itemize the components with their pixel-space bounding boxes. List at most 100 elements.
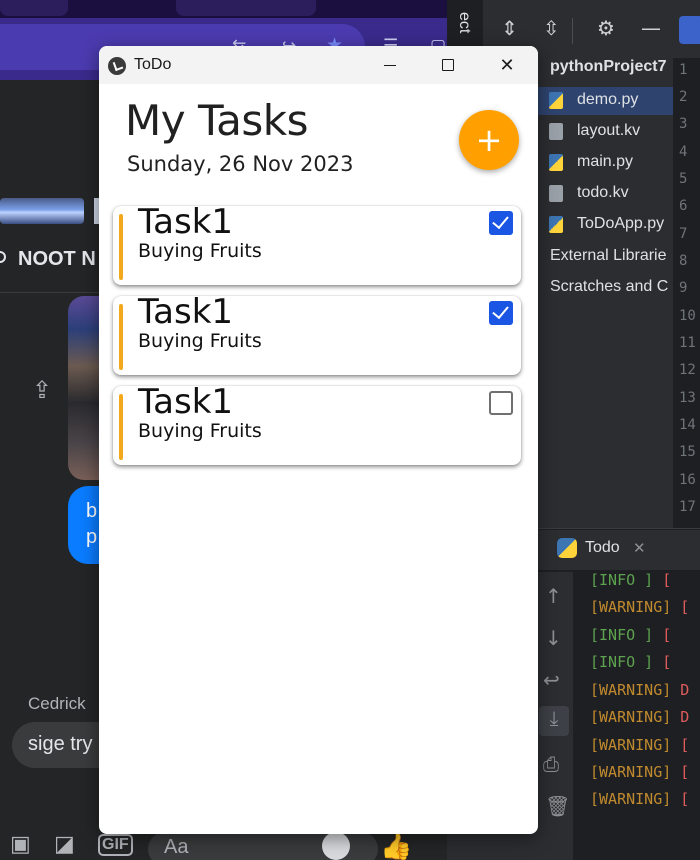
task-checkbox[interactable]: [489, 391, 513, 415]
plus-icon: +: [475, 121, 503, 159]
share-icon[interactable]: ⇪: [32, 376, 52, 404]
file-demo-py[interactable]: demo.py: [537, 87, 677, 115]
python-file-icon: [549, 92, 563, 109]
close-icon[interactable]: ✕: [633, 539, 646, 557]
trash-icon[interactable]: 🗑: [545, 794, 570, 818]
log-level: [INFO ]: [590, 653, 654, 671]
page-title: My Tasks: [125, 96, 308, 145]
task-card[interactable]: Task1 Buying Fruits: [113, 292, 521, 375]
log-line: [INFO ] [: [590, 626, 671, 644]
minimize-icon: [384, 64, 396, 66]
log-line: [WARNING] D: [590, 681, 689, 699]
log-message: [: [653, 571, 672, 589]
incoming-message-bubble[interactable]: sige try: [12, 722, 102, 768]
line-number: 14: [679, 417, 696, 433]
scroll-to-end-icon[interactable]: ⤓: [539, 706, 569, 736]
python-file-icon: [549, 154, 563, 171]
file-name: main.py: [577, 153, 634, 170]
task-accent-bar: [119, 304, 123, 370]
sender-name: Cedrick: [28, 694, 86, 713]
log-message: [: [671, 763, 690, 781]
kivy-app-icon: [108, 57, 126, 75]
python-file-icon: [549, 216, 563, 233]
sticker-icon[interactable]: ◪: [54, 832, 75, 857]
log-level: [WARNING]: [590, 790, 672, 808]
task-checkbox[interactable]: [489, 211, 513, 235]
line-number: 1: [679, 62, 688, 78]
log-level: [WARNING]: [590, 736, 672, 754]
line-number: 17: [679, 499, 696, 515]
arrow-down-icon[interactable]: ↓: [545, 626, 562, 650]
external-libraries[interactable]: External Librarie: [550, 247, 667, 265]
photo-icon[interactable]: ▣: [10, 832, 31, 857]
print-icon[interactable]: ⎙: [543, 752, 559, 776]
editor-tab[interactable]: [679, 16, 700, 44]
project-root[interactable]: pythonProject7: [550, 58, 666, 76]
line-number: 12: [679, 362, 696, 378]
title-bar[interactable]: ToDo ✕: [99, 46, 538, 84]
line-number: 3: [679, 116, 688, 132]
log-level: [WARNING]: [590, 598, 672, 616]
task-description: Buying Fruits: [138, 420, 262, 442]
line-number: 6: [679, 198, 688, 214]
log-level: [INFO ]: [590, 571, 654, 589]
log-level: [WARNING]: [590, 708, 672, 726]
task-accent-bar: [119, 214, 123, 280]
gif-button[interactable]: GIF: [98, 834, 133, 856]
log-line: [WARNING] [: [590, 763, 689, 781]
divider: [572, 18, 573, 44]
message-text: sige try: [28, 733, 93, 755]
task-accent-bar: [119, 394, 123, 460]
task-description: Buying Fruits: [138, 330, 262, 352]
file-icon: [549, 123, 563, 140]
outgoing-message-bubble[interactable]: b p: [68, 486, 102, 564]
log-message: [: [671, 736, 690, 754]
file-todoapp-py[interactable]: ToDoApp.py: [537, 211, 677, 239]
file-todo-kv[interactable]: todo.kv: [537, 180, 677, 208]
log-line: [WARNING] [: [590, 736, 689, 754]
arrow-up-icon[interactable]: ↑: [545, 584, 562, 608]
hide-icon[interactable]: —: [641, 16, 661, 40]
media-thumbnail[interactable]: [0, 198, 84, 224]
browser-tab[interactable]: [0, 0, 68, 16]
close-button[interactable]: ✕: [478, 46, 536, 84]
log-message: [: [653, 626, 672, 644]
task-list: Task1 Buying Fruits Task1 Buying Fruits …: [113, 202, 523, 476]
file-layout-kv[interactable]: layout.kv: [537, 118, 677, 146]
task-title: Task1: [138, 202, 234, 242]
emoji-icon[interactable]: [322, 832, 350, 860]
file-main-py[interactable]: main.py: [537, 149, 677, 177]
message-text: b p: [86, 500, 98, 548]
file-name: demo.py: [577, 91, 639, 108]
run-tab-title[interactable]: Todo: [585, 539, 620, 557]
like-icon[interactable]: 👍: [380, 832, 412, 860]
task-checkbox[interactable]: [489, 301, 513, 325]
line-number: 4: [679, 144, 688, 160]
line-number-gutter: 1 2 3 4 5 6 7 8 9 10 11 12 13 14 15 16 1…: [673, 58, 700, 528]
gear-icon[interactable]: ⚙: [597, 16, 615, 40]
log-line: [INFO ] [: [590, 653, 671, 671]
line-number: 15: [679, 444, 696, 460]
collapse-all-icon[interactable]: ⇳: [543, 16, 560, 40]
minimize-button[interactable]: [361, 46, 419, 84]
soft-wrap-icon[interactable]: ↩: [543, 668, 560, 692]
maximize-button[interactable]: [419, 46, 477, 84]
image-message[interactable]: [68, 296, 102, 480]
task-card[interactable]: Task1 Buying Fruits: [113, 202, 521, 285]
add-task-button[interactable]: +: [459, 110, 519, 170]
message-input-placeholder: Aa: [164, 836, 189, 858]
file-name: ToDoApp.py: [577, 215, 665, 232]
line-number: 16: [679, 472, 696, 488]
scratches-and-consoles[interactable]: Scratches and C: [550, 278, 668, 296]
log-message: [: [653, 653, 672, 671]
log-message: [: [671, 790, 690, 808]
browser-tab[interactable]: [176, 0, 316, 16]
log-message: D: [671, 681, 690, 699]
expand-all-icon[interactable]: ⇕: [501, 16, 518, 40]
conversation-name[interactable]: NOOT N: [18, 248, 96, 271]
run-toolbar: ↑ ↓ ↩ ⤓ ⎙ 🗑: [537, 572, 573, 860]
task-card[interactable]: Task1 Buying Fruits: [113, 382, 521, 465]
task-title: Task1: [138, 382, 234, 422]
project-tool-tab-label: ect: [456, 12, 473, 34]
todo-window: ToDo ✕ My Tasks Sunday, 26 Nov 2023 + Ta…: [99, 46, 538, 834]
